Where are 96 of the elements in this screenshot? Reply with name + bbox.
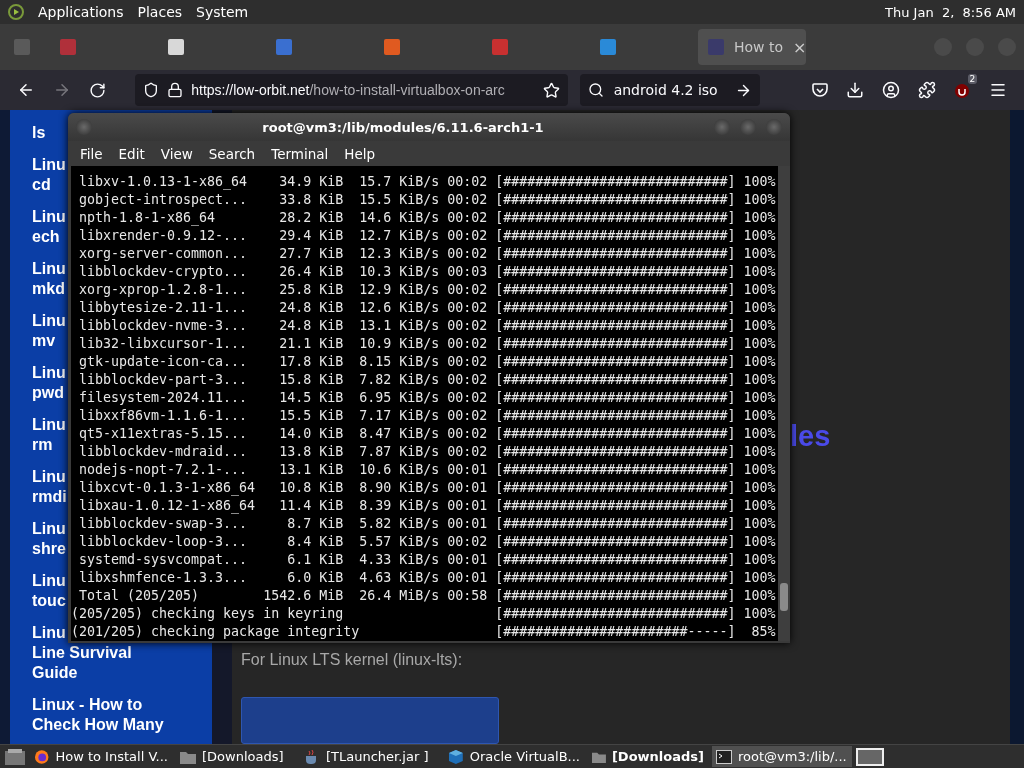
terminal-line: Total (205/205) 1542.6 MiB 26.4 MiB/s 00:58 [############################] 100% [78,587,777,605]
sidebar-link[interactable]: mv [32,331,56,351]
terminal-line: lib32-libxcursor-1... 21.1 KiB 10.9 KiB/s 00:02 [############################] 100% [78,335,777,353]
url-text: https://low-orbit.net/how-to-install-virtualbox-on-arc [191,82,506,98]
address-field[interactable]: https://low-orbit.net/how-to-install-virtualbox-on-arc [135,74,568,106]
sidebar-link[interactable]: Linu [32,259,66,279]
terminal-line: libblockdev-loop-3... 8.4 KiB 5.57 KiB/s 00:02 [############################] 100% [78,533,777,551]
menu-item[interactable]: Edit [110,145,153,162]
search-input[interactable]: android 4.2 iso [611,81,727,99]
taskbar-item[interactable]: How to Install V... [30,746,172,767]
terminal-line: gtk-update-icon-ca... 17.8 KiB 8.15 KiB/s 00:02 [############################] 100% [78,353,777,371]
maximize-button[interactable] [740,119,756,136]
terminal-line: (201/205) checking package integrity [#######################-----] 85% [71,623,777,641]
sidebar-link[interactable]: ech [32,227,60,247]
terminal-line: gobject-introspect... 33.8 KiB 15.5 KiB/s 00:02 [############################] 100% [78,191,777,209]
window-menu-button[interactable] [76,119,92,136]
reload-icon [88,81,106,99]
terminal-line: libblockdev-swap-3... 8.7 KiB 5.82 KiB/s 00:01 [############################] 100% [78,515,777,533]
menu-item[interactable]: Terminal [263,145,337,162]
tab-title: How to [734,39,784,55]
menu-item[interactable]: View [152,145,201,162]
search-icon [587,82,604,98]
browser-tab[interactable]: How to × [698,29,806,65]
sidebar-link[interactable]: Guide [32,663,78,683]
taskbar-item[interactable]: [TLauncher.jar ] [300,746,440,767]
paragraph: For Linux LTS kernel (linux-lts): [241,651,464,669]
terminal-line: libblockdev-mdraid... 13.8 KiB 7.87 KiB/s 00:02 [############################] 100% [78,443,777,461]
panel-menu[interactable]: Places [137,4,183,20]
terminal-line: libxxf86vm-1.1.6-1... 15.5 KiB 7.17 KiB/s 00:02 [############################] 100% [78,407,777,425]
browser-icon [34,748,50,765]
sidebar-link[interactable]: ls [32,123,46,143]
lock-icon [167,82,184,98]
terminal-line: libxau-1.0.12-1-x86_64 11.4 KiB 8.39 KiB/s 00:01 [############################] 100% [78,497,777,515]
taskbar-item[interactable]: [Downloads] [176,746,296,767]
terminal-line: libblockdev-nvme-3... 24.8 KiB 13.1 KiB/s 00:02 [############################] 100% [78,317,777,335]
terminal-line: libbytesize-2.11-1... 24.8 KiB 12.6 KiB/s 00:02 [############################] 100% [78,299,777,317]
terminal-line: filesystem-2024.11... 14.5 KiB 6.95 KiB/s 00:02 [############################] 100% [78,389,777,407]
terminal-line: nodejs-nopt-7.2.1-... 13.1 KiB 10.6 KiB/s 00:01 [############################] 100% [78,461,777,479]
panel-menu[interactable]: Applications [38,4,124,20]
desktop-icon[interactable] [4,747,26,766]
panel-menu[interactable]: System [196,4,249,20]
menu-item[interactable]: Search [200,145,264,162]
sidebar-link[interactable]: Linu [32,467,66,487]
menu-item[interactable]: Help [336,145,384,162]
terminal-icon [716,749,732,764]
sidebar-link[interactable]: Linu [32,363,66,383]
terminal-line: (205/205) checking keys in keyring [############################] 100% [71,605,777,623]
sidebar-link[interactable]: Linu [32,415,66,435]
sidebar-link[interactable]: Linu [32,571,66,591]
sidebar-link[interactable]: Linu [32,207,66,227]
sidebar-link[interactable]: touc [32,591,66,611]
show-desktop-button[interactable] [856,747,884,766]
sidebar-link[interactable]: Linux - How to [32,695,143,715]
taskbar-item[interactable]: [Downloads] [588,746,708,767]
taskbar-item[interactable]: root@vm3:/lib/... [712,746,852,767]
minimize-button[interactable] [714,119,730,136]
terminal-line: libxrender-0.9.12-... 29.4 KiB 12.7 KiB/s 00:02 [############################] 100% [78,227,777,245]
sidebar-link[interactable]: Line Survival [32,643,132,663]
terminal-line: npth-1.8-1-x86_64 28.2 KiB 14.6 KiB/s 00:02 [############################] 100% [78,209,777,227]
sidebar-link[interactable]: Linu [32,311,66,331]
sidebar-link[interactable]: Linu [32,519,66,539]
logo-icon[interactable] [8,4,24,20]
close-button[interactable] [766,119,782,136]
terminal-line: libblockdev-part-3... 15.8 KiB 7.82 KiB/s 00:02 [############################] 100% [78,371,777,389]
heading: les [790,420,832,453]
sidebar-link[interactable]: cd [32,175,51,195]
terminal-line: libxcvt-0.1.3-1-x86_64 10.8 KiB 8.90 KiB/s 00:01 [############################] 100% [78,479,777,497]
terminal-line: libxv-1.0.13-1-x86_64 34.9 KiB 15.7 KiB/s 00:02 [############################] 100% [78,173,777,191]
scrollbar[interactable] [778,166,790,641]
sidebar-link[interactable]: rmdi [32,487,67,507]
star-icon[interactable] [542,81,560,99]
terminal-line: libblockdev-crypto... 26.4 KiB 10.3 KiB/s 00:03 [############################] 100% [78,263,777,281]
cube-icon [448,748,464,765]
sidebar-link[interactable]: pwd [32,383,64,403]
sidebar-link[interactable]: Linu [32,623,66,643]
shield-icon [143,82,160,98]
extension-button[interactable]: 2 [946,74,979,106]
sidebar-link[interactable]: mkd [32,279,65,299]
sidebar-link[interactable]: shre [32,539,66,559]
terminal-line: qt5-x11extras-5.15... 14.0 KiB 8.47 KiB/s 00:02 [############################] 100% [78,425,777,443]
sidebar-link[interactable]: Linu [32,155,66,175]
clock[interactable]: Thu Jan 2, 8:56 AM [885,4,1016,20]
terminal-line: xorg-server-common... 27.7 KiB 12.3 KiB/s 00:02 [############################] 100% [78,245,777,263]
taskbar-item[interactable]: Oracle VirtualB... [444,746,584,767]
terminal-line: systemd-sysvcompat... 6.1 KiB 4.33 KiB/s 00:01 [############################] 100% [78,551,777,569]
sidebar-link[interactable]: Check How Many [32,715,164,735]
close-icon[interactable]: × [793,37,807,57]
terminal-line: libxshmfence-1.3.3... 6.0 KiB 4.63 KiB/s 00:01 [############################] 100% [78,569,777,587]
shield-badge-icon [953,81,972,99]
window-title: root@vm3:/lib/modules/6.11.6-arch1-1 [261,119,545,135]
search-field[interactable]: android 4.2 iso [579,74,760,106]
sidebar-link[interactable]: rm [32,435,53,455]
terminal-line: xorg-xprop-1.2.8-1... 25.8 KiB 12.9 KiB/s 00:02 [############################] 100% [78,281,777,299]
folder-icon [180,749,196,764]
count-badge: 2 [967,74,978,84]
menu-item[interactable]: File [72,145,111,162]
